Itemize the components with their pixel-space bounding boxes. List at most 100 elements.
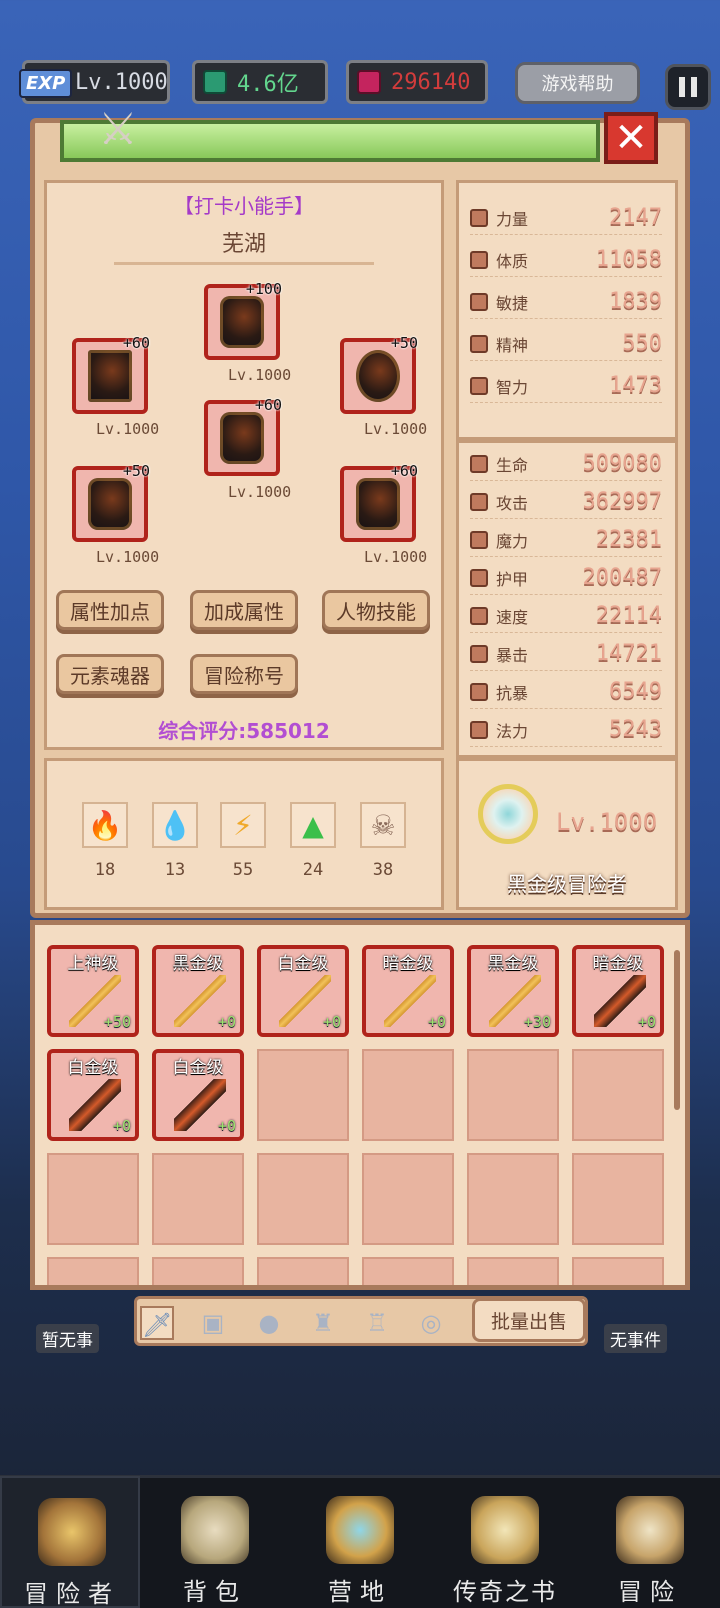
inventory-item[interactable]: 暗金级 +0 xyxy=(362,945,454,1037)
fire-icon[interactable]: 🔥 xyxy=(82,802,128,848)
skull-icon[interactable]: ☠ xyxy=(360,802,406,848)
inventory-item[interactable]: 黑金级 +0 xyxy=(152,945,244,1037)
stat-strength: 力量 2147 xyxy=(470,201,662,235)
tab-weapon[interactable]: 🗡 xyxy=(140,1306,174,1340)
boots-icon xyxy=(356,478,400,530)
crit-resist-icon xyxy=(470,682,488,701)
top-bar: EXP Lv.1000 4.6亿 296140 游戏帮助 xyxy=(0,60,720,110)
empty-slot[interactable] xyxy=(572,1257,664,1285)
tab-armor[interactable]: ▣ xyxy=(196,1306,230,1340)
event-label-left: 暂无事 xyxy=(36,1324,99,1353)
stat-speed: 速度 22114 xyxy=(470,599,662,633)
currency-ruby-value: 296140 xyxy=(391,69,471,95)
empty-slot[interactable] xyxy=(467,1153,559,1245)
stat-armor: 护甲 200487 xyxy=(470,561,662,595)
nav-legend-book[interactable]: 传奇之书 xyxy=(435,1476,575,1608)
element-count: 18 xyxy=(94,860,116,880)
adventure-title-button[interactable]: 冒险称号 xyxy=(190,654,298,694)
lightning-icon[interactable]: ⚡ xyxy=(220,802,266,848)
element-count: 24 xyxy=(302,860,324,880)
empty-slot[interactable] xyxy=(467,1049,559,1141)
inventory-item[interactable]: 白金级 +0 xyxy=(152,1049,244,1141)
equip-slot-gloves[interactable]: +50 xyxy=(72,462,150,542)
pause-icon xyxy=(679,77,685,97)
red-gem-icon xyxy=(357,70,381,94)
empty-slot[interactable] xyxy=(467,1257,559,1285)
empty-slot[interactable] xyxy=(47,1153,139,1245)
level-chip: EXP Lv.1000 xyxy=(19,60,170,104)
stat-crit: 暴击 14721 xyxy=(470,637,662,671)
inventory-item[interactable]: 上神级 +50 xyxy=(47,945,139,1037)
empty-slot[interactable] xyxy=(152,1257,244,1285)
equip-slot-shield[interactable]: +50 xyxy=(340,334,418,414)
armor-icon xyxy=(220,412,264,464)
pause-button[interactable] xyxy=(665,64,711,110)
empty-slot[interactable] xyxy=(362,1257,454,1285)
bonus-attr-button[interactable]: 加成属性 xyxy=(190,590,298,630)
tab-pants[interactable]: ♖ xyxy=(360,1306,394,1340)
attr-points-button[interactable]: 属性加点 xyxy=(56,590,164,630)
wand-icon xyxy=(470,530,488,549)
tab-ring[interactable]: ◎ xyxy=(414,1306,448,1340)
batch-sell-button[interactable]: 批量出售 xyxy=(472,1298,586,1342)
empty-slot[interactable] xyxy=(362,1153,454,1245)
tab-chest[interactable]: ♜ xyxy=(306,1306,340,1340)
camp-icon xyxy=(326,1496,394,1564)
water-icon[interactable]: 💧 xyxy=(152,802,198,848)
empty-slot[interactable] xyxy=(572,1049,664,1141)
divider xyxy=(114,262,374,265)
stat-agility: 敏捷 1839 xyxy=(470,285,662,319)
sword-icon xyxy=(88,350,132,402)
close-button[interactable]: ✕ xyxy=(604,112,658,164)
sword-icon xyxy=(470,492,488,511)
sword-icon xyxy=(616,1496,684,1564)
stat-intelligence: 智力 1473 xyxy=(470,369,662,403)
overall-score: 综合评分:585012 xyxy=(158,719,330,743)
book-icon xyxy=(471,1496,539,1564)
boot-icon xyxy=(470,292,488,311)
element-soul-button[interactable]: 元素魂器 xyxy=(56,654,164,694)
char-skill-button[interactable]: 人物技能 xyxy=(322,590,430,630)
inventory-item[interactable]: 黑金级 +30 xyxy=(467,945,559,1037)
enhance-level: +60 xyxy=(122,334,150,352)
crossed-swords-icon: ⚔ xyxy=(98,104,138,155)
inventory-item[interactable]: 白金级 +0 xyxy=(257,945,349,1037)
player-name: 芜湖 xyxy=(221,232,266,257)
empty-slot[interactable] xyxy=(257,1257,349,1285)
stat-crit-resist: 抗暴 6549 xyxy=(470,675,662,709)
empty-slot[interactable] xyxy=(152,1153,244,1245)
inventory-scrollbar[interactable] xyxy=(674,950,680,1110)
currency-gem-chip: 4.6亿 xyxy=(192,60,328,104)
enhance-level: +50 xyxy=(390,334,418,352)
player-level: Lv.1000 xyxy=(75,69,168,95)
nav-backpack[interactable]: 背包 xyxy=(145,1476,285,1608)
stat-spirit: 精神 550 xyxy=(470,327,662,361)
nav-adventurer[interactable]: 冒险者 xyxy=(0,1476,140,1608)
nav-camp[interactable]: 营地 xyxy=(290,1476,430,1608)
empty-slot[interactable] xyxy=(47,1257,139,1285)
exp-badge: EXP xyxy=(19,69,73,98)
empty-slot[interactable] xyxy=(362,1049,454,1141)
rank-name: 黑金级冒险者 xyxy=(507,872,627,896)
nav-adventure[interactable]: 冒险 xyxy=(580,1476,720,1608)
currency-ruby-chip: 296140 xyxy=(346,60,488,104)
stat-hp: 生命 509080 xyxy=(470,447,662,481)
enhance-level: +60 xyxy=(254,396,282,414)
star-icon xyxy=(470,334,488,353)
inventory-item[interactable]: 白金级 +0 xyxy=(47,1049,139,1141)
empty-slot[interactable] xyxy=(257,1153,349,1245)
empty-slot[interactable] xyxy=(257,1049,349,1141)
game-help-button[interactable]: 游戏帮助 xyxy=(515,62,640,104)
tab-helmet[interactable]: ● xyxy=(252,1306,286,1340)
backpack-icon xyxy=(181,1496,249,1564)
earth-icon[interactable]: ▲ xyxy=(290,802,336,848)
player-title: 【打卡小能手】 xyxy=(174,194,314,218)
equip-slot-armor[interactable]: +60 xyxy=(204,396,282,476)
empty-slot[interactable] xyxy=(572,1153,664,1245)
inventory-item[interactable]: 暗金级 +0 xyxy=(572,945,664,1037)
enhance-level: +100 xyxy=(245,280,282,298)
equip-slot-weapon[interactable]: +60 xyxy=(72,334,150,414)
equip-slot-helmet[interactable]: +100 xyxy=(204,280,282,360)
element-count: 38 xyxy=(372,860,394,880)
equip-slot-boots[interactable]: +60 xyxy=(340,462,418,542)
